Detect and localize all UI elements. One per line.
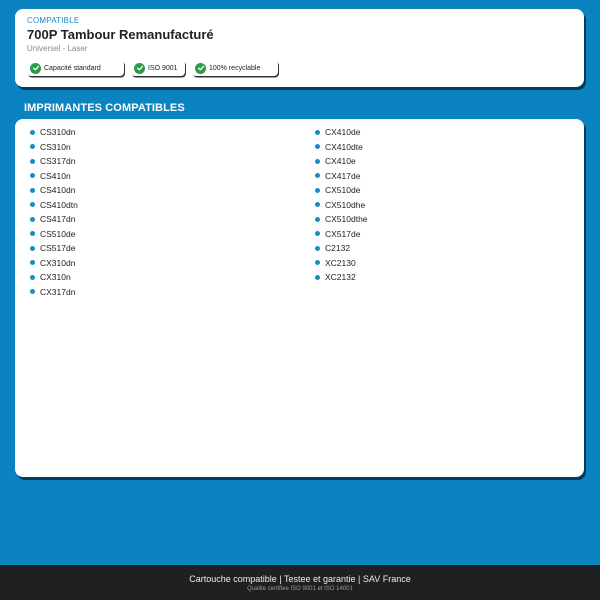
badge-label: Capacité standard [44, 64, 101, 72]
printer-model: CS310dn [40, 127, 76, 138]
printer-model: CS310n [40, 141, 71, 152]
bullet-dot-icon [30, 202, 35, 208]
footer-tagline: Cartouche compatible | Testee et garanti… [189, 574, 411, 584]
printer-list-item: CX310dn [30, 256, 78, 271]
bullet-dot-icon [30, 158, 35, 164]
bullet-dot-icon [30, 231, 35, 237]
badge-iso: ISO 9001 [131, 60, 185, 76]
bullet-dot-icon [315, 158, 320, 164]
bullet-dot-icon [315, 216, 320, 222]
printer-list-item: CX510dthe [315, 212, 368, 227]
printer-model: CS410dtn [40, 199, 78, 210]
printer-list-item: CX510de [315, 183, 368, 198]
bullet-dot-icon [315, 187, 320, 193]
printer-model: XC2130 [325, 257, 356, 268]
printer-model: CX517de [325, 228, 361, 239]
printer-list-item: CS317dn [30, 154, 78, 169]
bullet-dot-icon [315, 274, 320, 280]
printer-list-item: CX410dte [315, 140, 368, 155]
printer-list-item: CS310dn [30, 125, 78, 140]
printer-model: CX317dn [40, 286, 76, 297]
bullet-dot-icon [315, 231, 320, 237]
section-title: IMPRIMANTES COMPATIBLES [24, 102, 185, 114]
printer-list-item: CX410e [315, 154, 368, 169]
printer-model: CS410dn [40, 185, 76, 196]
check-circle-icon [195, 62, 206, 74]
check-circle-icon [30, 62, 41, 74]
printer-list-item: XC2132 [315, 270, 368, 285]
footer-certification: Qualite certifiee ISO 9001 et ISO 14001 [247, 586, 353, 592]
bullet-dot-icon [30, 144, 35, 150]
bullet-dot-icon [30, 289, 35, 295]
printer-model: CX410e [325, 156, 356, 167]
printer-model: C2132 [325, 243, 351, 254]
printer-list-item: XC2130 [315, 256, 368, 271]
bullet-dot-icon [30, 274, 35, 280]
printer-model: CS517de [40, 243, 76, 254]
product-subtitle: Universel - Laser [27, 44, 88, 53]
bullet-dot-icon [30, 216, 35, 222]
printer-list-item: CS410dtn [30, 198, 78, 213]
bullet-dot-icon [30, 260, 35, 266]
badge-recyclable: 100% recyclable [192, 60, 278, 76]
printer-list-card: CS310dn CS310n CS317dn CS410n CS410dn CS410dt… [15, 119, 584, 477]
printer-list-item: CS517de [30, 241, 78, 256]
printer-model: CX310dn [40, 257, 76, 268]
printer-list-item: CS410n [30, 169, 78, 184]
printer-model: CX417de [325, 170, 361, 181]
bullet-dot-icon [315, 260, 320, 266]
printer-list-item: CS510de [30, 227, 78, 242]
printer-model: CX510dthe [325, 214, 368, 225]
bullet-dot-icon [315, 144, 320, 150]
printer-column-left: CS310dn CS310n CS317dn CS410n CS410dn CS410dt… [30, 125, 78, 299]
printer-model: CS317dn [40, 156, 76, 167]
printer-model: CX410de [325, 127, 361, 138]
product-header-card: COMPATIBLE 700P Tambour Remanufacturé Un… [15, 9, 584, 87]
printer-model: CS510de [40, 228, 76, 239]
badge-capacity: Capacité standard [27, 60, 124, 76]
bullet-dot-icon [30, 187, 35, 193]
bullet-dot-icon [30, 245, 35, 251]
printer-list-item: CX510dhe [315, 198, 368, 213]
printer-list-item: CX517de [315, 227, 368, 242]
printer-model: CS417dn [40, 214, 76, 225]
printer-list-item: CX310n [30, 270, 78, 285]
compatible-label: COMPATIBLE [27, 16, 80, 25]
printer-column-right: CX410de CX410dte CX410e CX417de CX510de CX510… [315, 125, 368, 285]
badge-label: 100% recyclable [209, 64, 261, 72]
printer-model: CX510dhe [325, 199, 366, 210]
bullet-dot-icon [30, 129, 35, 135]
check-circle-icon [134, 62, 145, 74]
printer-model: CX410dte [325, 141, 363, 152]
product-title: 700P Tambour Remanufacturé [27, 27, 214, 42]
printer-list-item: CS310n [30, 140, 78, 155]
printer-model: XC2132 [325, 272, 356, 283]
bullet-dot-icon [315, 245, 320, 251]
printer-model: CS410n [40, 170, 71, 181]
printer-list-item: CS410dn [30, 183, 78, 198]
badge-label: ISO 9001 [148, 64, 178, 72]
bullet-dot-icon [315, 129, 320, 135]
bullet-dot-icon [315, 173, 320, 179]
printer-model: CX310n [40, 272, 71, 283]
printer-list-item: CX417de [315, 169, 368, 184]
bullet-dot-icon [315, 202, 320, 208]
printer-list-item: CX317dn [30, 285, 78, 300]
printer-list-item: C2132 [315, 241, 368, 256]
printer-list-item: CS417dn [30, 212, 78, 227]
printer-list-item: CX410de [315, 125, 368, 140]
footer: Cartouche compatible | Testee et garanti… [0, 565, 600, 600]
bullet-dot-icon [30, 173, 35, 179]
printer-model: CX510de [325, 185, 361, 196]
feature-badges: Capacité standard ISO 9001 100% recyclab… [27, 60, 278, 76]
